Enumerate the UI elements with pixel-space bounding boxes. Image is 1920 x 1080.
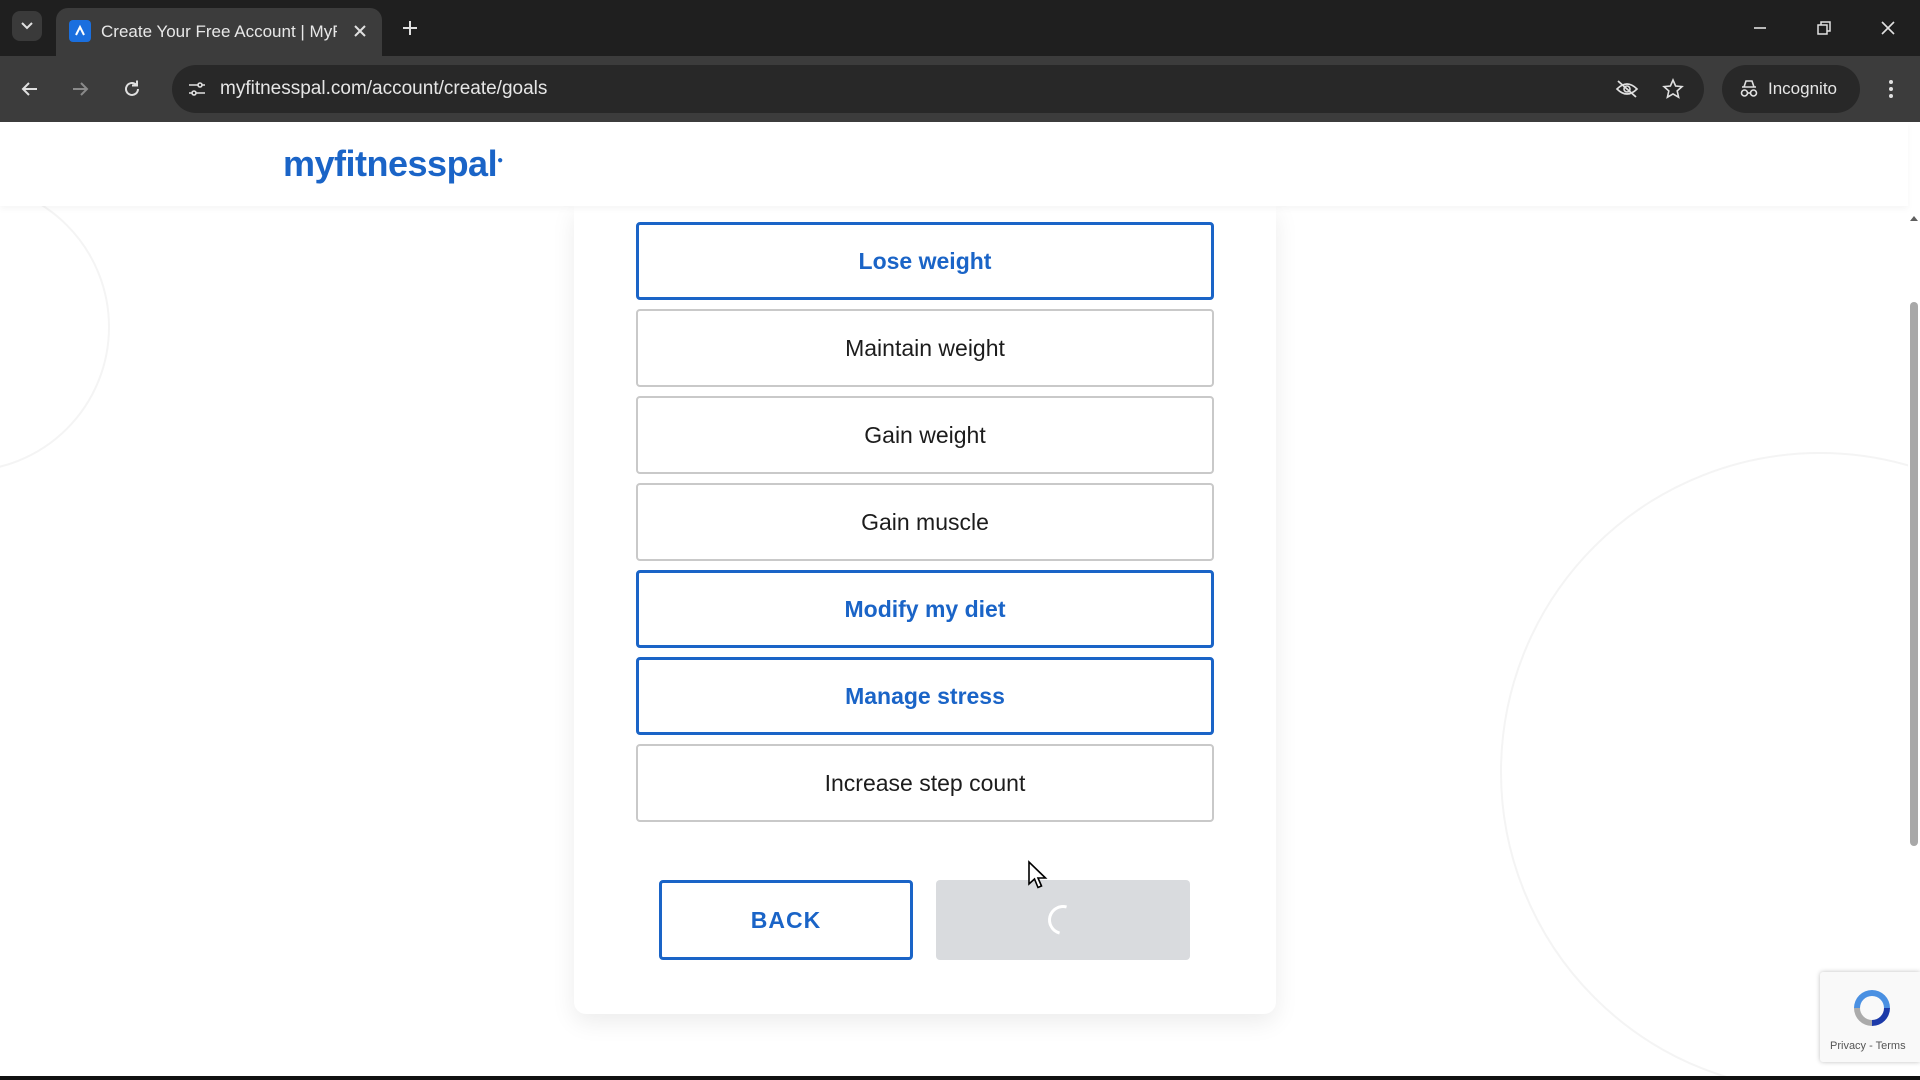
incognito-icon: [1736, 76, 1762, 102]
tracking-protection-eye-off-icon[interactable]: [1612, 75, 1642, 103]
scroll-up-arrow-icon[interactable]: [1908, 212, 1920, 224]
loading-spinner-icon: [1042, 899, 1084, 941]
address-bar[interactable]: myfitnesspal.com/account/create/goals: [172, 65, 1704, 113]
reload-icon[interactable]: [116, 73, 148, 105]
myfitnesspal-logo[interactable]: myfitnesspal●: [283, 143, 503, 185]
recaptcha-badge[interactable]: Privacy - Terms: [1820, 972, 1920, 1062]
browser-toolbar: myfitnesspal.com/account/create/goals In…: [0, 56, 1920, 122]
browser-tab-bar: Create Your Free Account | MyF: [0, 0, 1920, 56]
incognito-indicator[interactable]: Incognito: [1722, 65, 1860, 113]
goal-option-maintain-weight[interactable]: Maintain weight: [636, 309, 1214, 387]
goal-option-manage-stress[interactable]: Manage stress: [636, 657, 1214, 735]
goal-option-label: Increase step count: [824, 769, 1026, 796]
recaptcha-logo-icon: [1854, 990, 1890, 1026]
goal-option-modify-my-diet[interactable]: Modify my diet: [636, 570, 1214, 648]
goal-option-label: Gain weight: [864, 421, 986, 448]
back-arrow-icon[interactable]: [14, 73, 46, 105]
goal-option-lose-weight[interactable]: Lose weight: [636, 222, 1214, 300]
url-text: myfitnesspal.com/account/create/goals: [220, 78, 548, 99]
tab-title: Create Your Free Account | MyF: [101, 22, 337, 41]
minimize-icon[interactable]: [1740, 10, 1780, 46]
tab-search-chevron-icon[interactable]: [12, 11, 42, 41]
logo-text: myfitnesspal: [283, 143, 498, 184]
goal-option-label: Modify my diet: [844, 595, 1006, 622]
goal-option-label: Manage stress: [845, 682, 1005, 709]
recaptcha-privacy-link[interactable]: Privacy: [1830, 1040, 1866, 1052]
goal-option-label: Gain muscle: [861, 508, 989, 535]
logo-registered-mark: ●: [497, 155, 503, 166]
scrollbar-thumb[interactable]: [1910, 302, 1918, 846]
goal-option-gain-muscle[interactable]: Gain muscle: [636, 483, 1214, 561]
site-header: myfitnesspal●: [0, 122, 1908, 206]
back-button[interactable]: BACK: [659, 880, 913, 960]
incognito-label: Incognito: [1768, 79, 1837, 98]
goals-card: Lose weight Maintain weight Gain weight …: [574, 206, 1276, 1014]
bottom-edge-bar: [0, 1076, 1920, 1080]
page-scrollbar[interactable]: [1908, 206, 1920, 1080]
browser-tab[interactable]: Create Your Free Account | MyF: [56, 8, 382, 56]
recaptcha-separator: -: [1866, 1040, 1876, 1052]
new-tab-plus-icon[interactable]: [396, 14, 424, 42]
recaptcha-links: Privacy - Terms: [1830, 1040, 1906, 1052]
web-page: myfitnesspal● Lose weight Maintain weigh…: [0, 122, 1920, 1080]
goal-option-increase-step-count[interactable]: Increase step count: [636, 744, 1214, 822]
mouse-cursor-icon: [1028, 860, 1048, 889]
restore-window-icon[interactable]: [1804, 10, 1844, 46]
browser-menu-kebab-icon[interactable]: [1876, 73, 1906, 105]
background-decoration: [0, 182, 110, 472]
goal-option-label: Maintain weight: [845, 334, 1005, 361]
close-window-icon[interactable]: [1868, 10, 1908, 46]
site-settings-icon[interactable]: [182, 74, 212, 104]
next-button-loading[interactable]: [936, 880, 1190, 960]
forward-arrow-icon[interactable]: [64, 73, 96, 105]
tab-close-icon[interactable]: [348, 19, 372, 43]
bookmark-star-icon[interactable]: [1658, 75, 1688, 103]
myfitnesspal-favicon-icon: [69, 20, 91, 42]
recaptcha-terms-link[interactable]: Terms: [1876, 1040, 1906, 1052]
goal-option-label: Lose weight: [858, 247, 992, 274]
goal-option-gain-weight[interactable]: Gain weight: [636, 396, 1214, 474]
